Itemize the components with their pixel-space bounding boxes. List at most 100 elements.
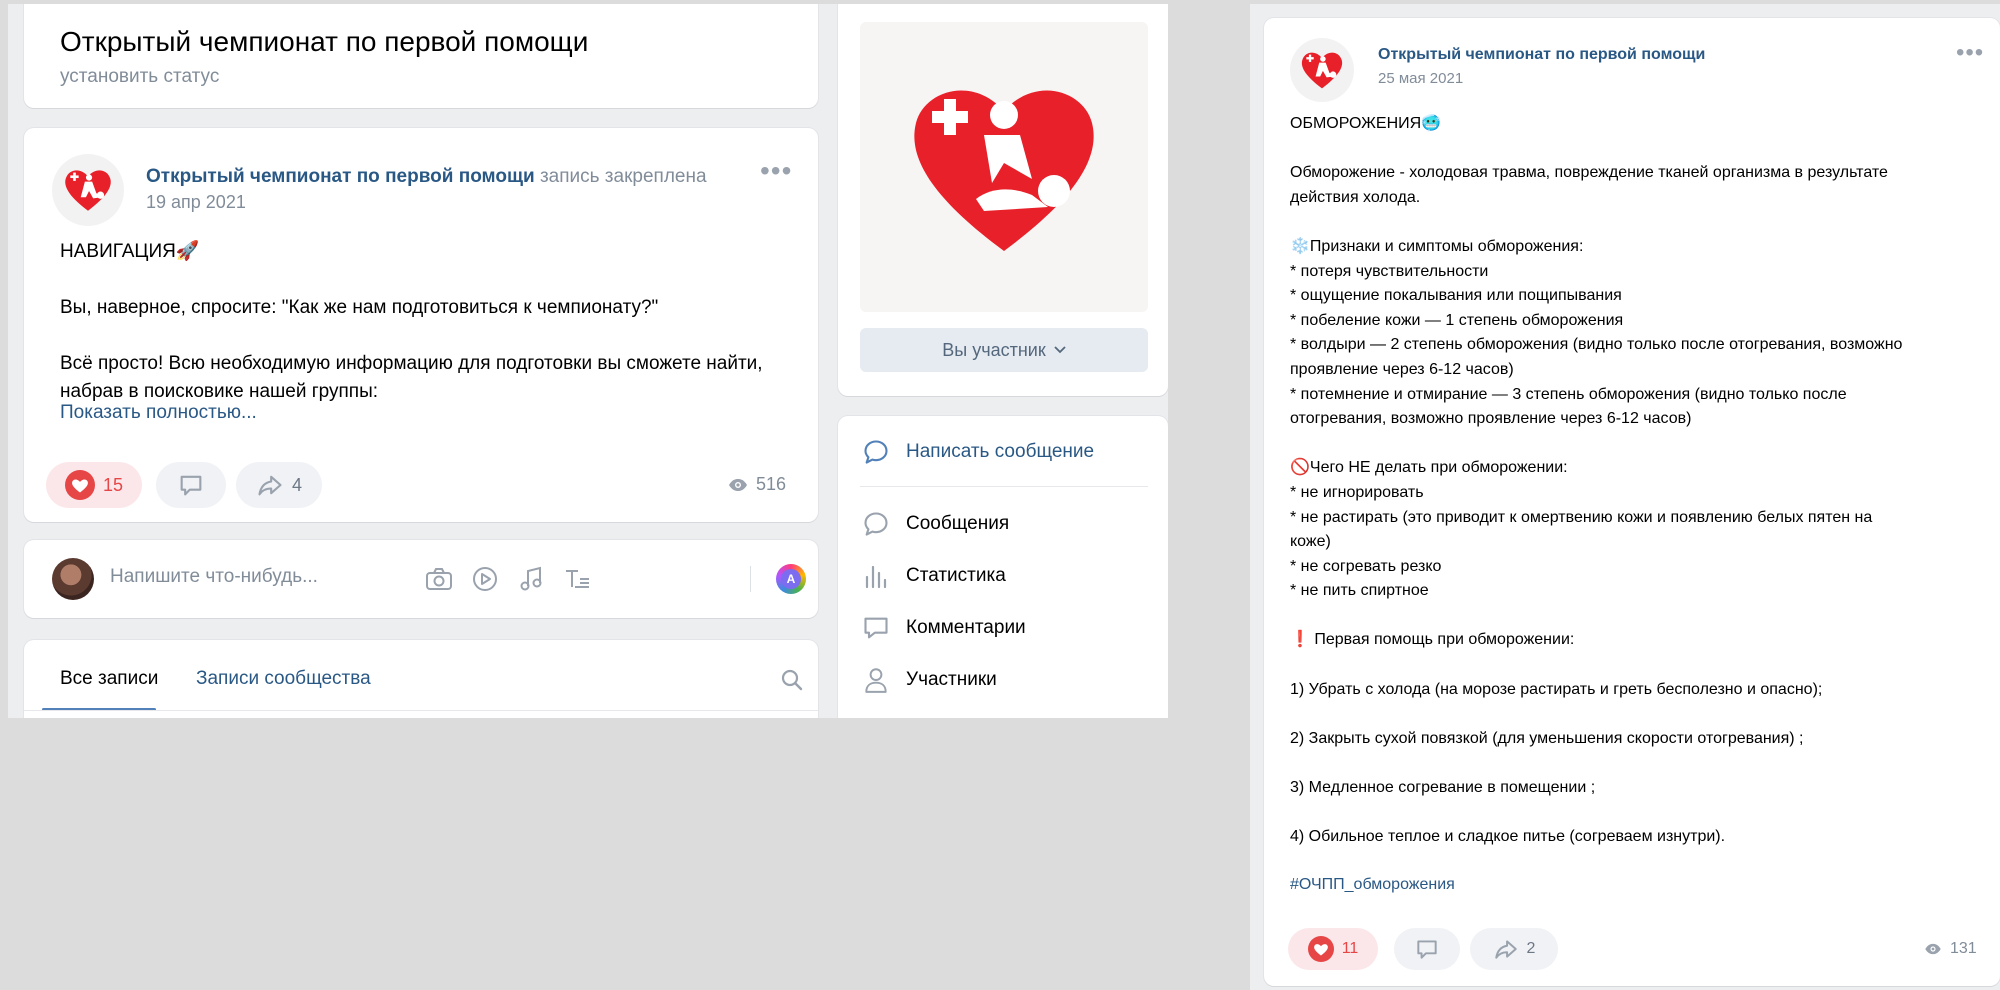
text-icon[interactable] [560,562,594,596]
stats-icon [860,560,892,592]
views-counter: 516 [728,474,786,495]
post-date[interactable]: 19 апр 2021 [146,192,246,213]
post-text-line: проявление через 6-12 часов) [1290,360,1514,378]
post-text-line: 🚫Чего НЕ делать при обморожении: [1290,459,1568,477]
post-text-line: 4) Обильное теплое и сладкое питье (согр… [1290,828,1726,846]
menu-messages[interactable]: Сообщения [860,508,1009,540]
frostbite-post: Открытый чемпионат по первой помощи 25 м… [1264,18,2000,986]
like-button[interactable]: 15 [46,462,142,508]
page-title: Открытый чемпионат по первой помощи [60,26,589,57]
menu-label: Статистика [906,565,1006,586]
comment-button[interactable] [156,462,226,508]
post-text: ОБМОРОЖЕНИЯ🥶 Обморожение - холодовая тра… [1290,112,1990,850]
post-text-line: 3) Медленное согревание в помещении ; [1290,779,1596,797]
heart-icon [1307,936,1334,962]
comments-icon [860,612,892,644]
tab-community-posts[interactable]: Записи сообщества [196,668,371,690]
member-button-label: Вы участник [942,339,1046,360]
more-icon[interactable]: ••• [760,157,792,185]
chevron-down-icon [1054,346,1066,354]
post-text: НАВИГАЦИЯ🚀 Вы, наверное, спросите: "Как … [60,238,800,406]
eye-icon [1925,943,1941,955]
user-icon [860,664,892,696]
more-icon[interactable]: ••• [1956,41,1984,65]
post-text-line: действия холода. [1290,188,1421,206]
post-text-line: * побеление кожи — 1 степень обморожения [1290,311,1624,329]
post-text-line: Всё просто! Всю необходимую информацию д… [60,353,763,374]
post-text-line: ОБМОРОЖЕНИЯ🥶 [1290,115,1442,132]
post-text-line: * не игнорировать [1290,483,1424,501]
post-text-line [1290,432,1990,457]
post-text-line [1290,210,1990,235]
wall-tabs: Все записи Записи сообщества [24,640,818,718]
like-count: 11 [1341,940,1359,957]
post-text-line [1290,604,1990,629]
community-cover-card: Вы участник [838,4,1168,396]
share-icon [258,475,282,496]
menu-label: Комментарии [906,617,1026,638]
post-author-link[interactable]: Открытый чемпионат по первой помощи [1378,46,1705,64]
post-text-line: НАВИГАЦИЯ🚀 [60,241,200,262]
share-button[interactable]: 2 [1470,928,1558,970]
comment-icon [1417,940,1437,959]
camera-icon[interactable] [422,562,456,596]
post-text-line [60,266,800,294]
tab-all-posts[interactable]: Все записи [60,668,158,690]
right-screenshot: Открытый чемпионат по первой помощи 25 м… [1250,4,2000,990]
post-text-line: Вы, наверное, спросите: "Как же нам подг… [60,297,659,318]
video-icon[interactable] [468,562,502,596]
left-screenshot: Открытый чемпионат по первой помощи уста… [8,4,1168,718]
menu-divider [860,486,1148,487]
heart-logo [1301,52,1343,89]
community-menu: Написать сообщение Сообщения Статистика … [838,416,1168,718]
post-text-line [1290,137,1990,162]
like-button[interactable]: 11 [1288,928,1378,970]
comment-button[interactable] [1394,928,1460,970]
compose-input[interactable]: Напишите что-нибудь... [110,566,318,588]
comment-icon [180,475,202,496]
compose-divider [750,566,751,592]
community-avatar[interactable] [52,154,124,226]
ai-assistant-button[interactable]: A [776,564,806,594]
post-text-line: коже) [1290,533,1331,551]
tabs-divider [24,710,818,711]
menu-statistics[interactable]: Статистика [860,560,1006,592]
pinned-post: Открытый чемпионат по первой помощи запи… [24,128,818,522]
community-cover[interactable] [860,22,1148,312]
post-date[interactable]: 25 мая 2021 [1378,70,1463,87]
community-avatar[interactable] [1290,38,1354,102]
menu-comments[interactable]: Комментарии [860,612,1026,644]
post-text-line: 2) Закрыть сухой повязкой (для уменьшени… [1290,729,1804,747]
post-text-line: * не пить спиртное [1290,582,1429,600]
post-text-line: отогревания, возможно проявление через 6… [1290,410,1692,428]
user-avatar[interactable] [52,558,94,600]
menu-label: Написать сообщение [906,441,1095,462]
heart-logo [914,90,1094,251]
menu-members[interactable]: Участники [860,664,997,696]
post-text-line [1290,702,1990,727]
post-text-line: * не растирать (это приводит к омертвени… [1290,508,1873,526]
post-text-line [1290,751,1990,776]
community-header: Открытый чемпионат по первой помощи уста… [24,4,818,108]
like-count: 15 [102,474,124,495]
views-count: 131 [1950,940,1977,957]
share-button[interactable]: 4 [236,462,322,508]
menu-label: Сообщения [906,513,1010,534]
ai-badge-letter: A [781,569,801,589]
music-icon[interactable] [514,562,548,596]
menu-write-message[interactable]: Написать сообщение [860,436,1094,468]
post-text-line: Обморожение - холодовая травма, поврежде… [1290,164,1888,182]
search-icon[interactable] [780,668,804,697]
post-author-line: Открытый чемпионат по первой помощи запи… [146,166,707,188]
member-dropdown-button[interactable]: Вы участник [860,328,1148,372]
post-text-line: ❄️Признаки и симптомы обморожения: [1290,237,1584,255]
post-author-link[interactable]: Открытый чемпионат по первой помощи [146,166,535,187]
show-more-link[interactable]: Показать полностью... [60,402,257,424]
share-icon [1494,940,1517,959]
hashtag-link[interactable]: #ОЧПП_обморожения [1290,876,1455,894]
set-status-link[interactable]: установить статус [60,66,219,88]
heart-logo [65,170,111,211]
post-text-line [60,322,800,350]
post-text-line: * потеря чувствительности [1290,262,1489,280]
chat-icon [860,436,892,468]
